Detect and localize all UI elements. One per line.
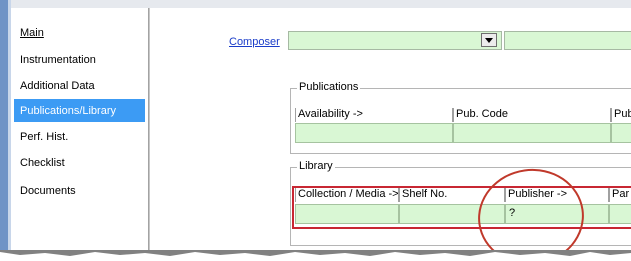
chevron-down-icon [485,37,493,43]
form-window: Main Instrumentation Additional Data Pub… [0,0,631,250]
publications-group: Publications Availability -> Pub. Code P… [290,81,631,154]
sidebar-item-label: Main [20,26,44,39]
publications-header: Availability -> Pub. Code Pub [295,108,631,122]
library-title: Library [297,160,335,172]
composer-dropdown-button[interactable] [481,33,497,47]
sidebar-item-perf-hist[interactable]: Perf. Hist. [14,125,145,148]
sidebar-item-main[interactable]: Main [14,21,145,44]
sidebar-item-label: Perf. Hist. [20,130,69,143]
composer-secondary-field[interactable] [504,31,631,50]
composer-combobox[interactable] [288,31,502,50]
sidebar-item-publications-library[interactable]: Publications/Library [14,99,145,122]
column-header-pub-code[interactable]: Pub. Code [453,108,611,122]
sidebar-item-checklist[interactable]: Checklist [14,151,145,174]
sidebar-item-label: Publications/Library [20,104,116,117]
publications-row [295,123,631,143]
sidebar-item-instrumentation[interactable]: Instrumentation [14,48,145,71]
sidebar-item-label: Documents [20,184,76,197]
sidebar-item-label: Instrumentation [20,53,96,66]
column-header-pub[interactable]: Pub [611,108,631,122]
sidebar: Main Instrumentation Additional Data Pub… [11,8,149,250]
torn-bottom-edge [0,250,631,256]
composer-link[interactable]: Composer [229,36,280,48]
sidebar-item-label: Checklist [20,156,65,169]
column-header-availability[interactable]: Availability -> [295,108,453,122]
pub-code-cell[interactable] [453,123,611,143]
availability-cell[interactable] [295,123,453,143]
sidebar-item-documents[interactable]: Documents [14,179,145,202]
publications-title: Publications [297,81,361,93]
sidebar-item-additional-data[interactable]: Additional Data [14,74,145,97]
pub-cell[interactable] [611,123,631,143]
sidebar-item-label: Additional Data [20,79,95,92]
